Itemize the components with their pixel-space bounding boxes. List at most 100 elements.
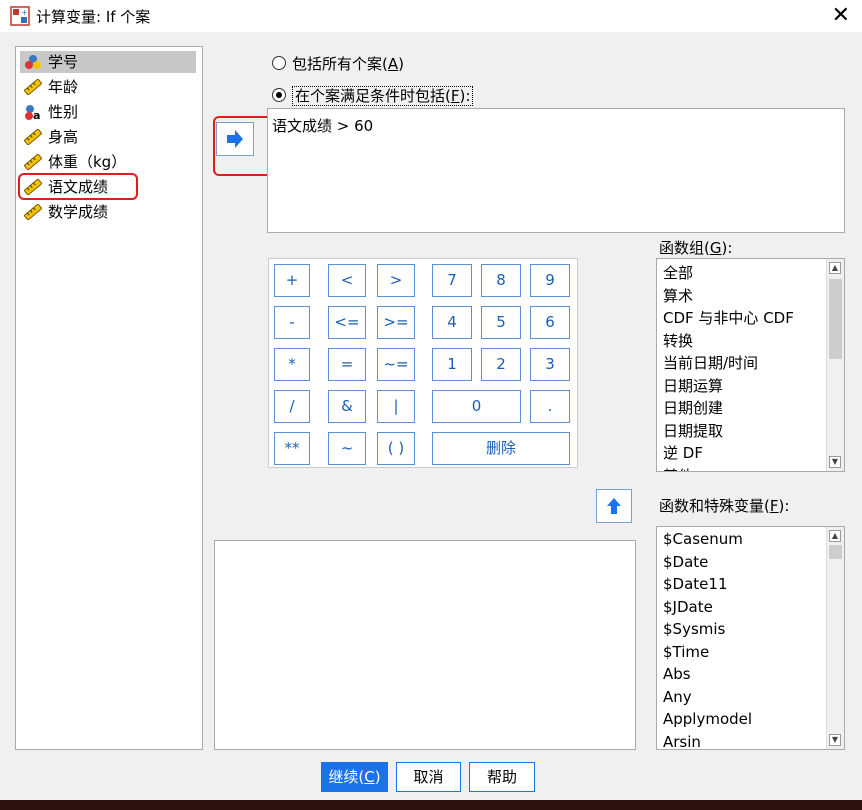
variable-list[interactable]: 学号 年龄 a 性别 身高 体重（kg） 语文成绩 数学成绩 — [15, 46, 203, 750]
list-item[interactable]: Abs — [663, 665, 691, 683]
list-item[interactable]: 日期提取 — [663, 420, 723, 441]
scroll-up-icon[interactable]: ▲ — [829, 262, 841, 274]
keypad-key[interactable]: / — [274, 390, 310, 423]
scroll-thumb[interactable] — [829, 545, 842, 559]
scroll-up-icon[interactable]: ▲ — [829, 530, 841, 542]
list-item[interactable]: $Date — [663, 553, 708, 571]
list-item[interactable]: 当前日期/时间 — [663, 352, 758, 373]
scroll-down-icon[interactable]: ▼ — [829, 456, 841, 468]
list-item[interactable]: $Casenum — [663, 530, 743, 548]
arrow-up-icon — [607, 498, 621, 514]
label-text: 函数组( — [659, 239, 710, 257]
keypad-key[interactable]: <= — [328, 306, 366, 339]
keypad-key[interactable]: 1 — [432, 348, 472, 381]
background-strip — [0, 800, 862, 810]
function-group-list[interactable]: ▲ ▼ 全部 算术 CDF 与非中心 CDF 转换 当前日期/时间 日期运算 日期创建 日期提… — [656, 258, 845, 472]
list-item[interactable]: 日期运算 — [663, 375, 723, 396]
string-nominal-icon: a — [25, 105, 40, 120]
keypad-key[interactable]: < — [328, 264, 366, 297]
function-group-label: 函数组(G): — [659, 237, 732, 258]
label-accelerator: F — [769, 497, 779, 515]
scrollbar[interactable]: ▲ ▼ — [826, 259, 844, 471]
list-item[interactable]: 算术 — [663, 285, 693, 306]
scrollbar[interactable]: ▲ ▼ — [826, 527, 844, 749]
keypad-key[interactable]: ( ) — [377, 432, 415, 465]
keypad-key[interactable]: * — [274, 348, 310, 381]
keypad-key[interactable]: 9 — [530, 264, 570, 297]
keypad-key[interactable]: - — [274, 306, 310, 339]
option-label: 包括所有个案( — [292, 55, 388, 73]
scale-ruler-icon — [24, 79, 42, 95]
keypad-key[interactable]: ** — [274, 432, 310, 465]
variable-label: 学号 — [48, 53, 79, 71]
keypad-key[interactable]: >= — [377, 306, 415, 339]
keypad-key[interactable]: 6 — [530, 306, 570, 339]
scroll-thumb[interactable] — [829, 279, 842, 359]
cancel-button[interactable]: 取消 — [396, 762, 461, 792]
list-item[interactable]: 转换 — [663, 330, 693, 351]
scale-ruler-icon — [24, 129, 42, 145]
keypad-key[interactable]: 3 — [530, 348, 570, 381]
keypad-key[interactable]: > — [377, 264, 415, 297]
list-item[interactable]: Applymodel — [663, 710, 752, 728]
keypad-key[interactable]: 2 — [481, 348, 521, 381]
keypad-key[interactable]: ~= — [377, 348, 415, 381]
include-all-cases-option[interactable]: 包括所有个案(A) — [272, 53, 404, 74]
continue-button[interactable]: 继续(C) — [321, 762, 388, 792]
variable-label: 性别 — [48, 103, 79, 121]
variable-label: 身高 — [48, 128, 79, 146]
variable-item[interactable]: 数学成绩 — [20, 201, 196, 223]
keypad-key[interactable]: 7 — [432, 264, 472, 297]
variable-item[interactable]: 学号 — [20, 51, 196, 73]
keypad-key[interactable]: ~ — [328, 432, 366, 465]
insert-function-button[interactable] — [596, 489, 632, 523]
list-item[interactable]: $Sysmis — [663, 620, 725, 638]
list-item[interactable]: $JDate — [663, 598, 713, 616]
option-label-end: ) — [398, 55, 404, 73]
list-item[interactable]: Arsin — [663, 733, 701, 750]
keypad-key[interactable]: 4 — [432, 306, 472, 339]
option-label-end: ): — [459, 87, 471, 105]
list-item[interactable]: CDF 与非中心 CDF — [663, 307, 794, 328]
keypad-key[interactable]: = — [328, 348, 366, 381]
keypad-key[interactable]: | — [377, 390, 415, 423]
keypad-key[interactable]: 删除 — [432, 432, 570, 465]
list-item[interactable]: $Time — [663, 643, 709, 661]
list-item[interactable]: 全部 — [663, 262, 693, 283]
radio-button[interactable] — [272, 56, 286, 70]
close-icon[interactable]: ✕ — [832, 3, 850, 28]
radio-button-selected[interactable] — [272, 88, 286, 102]
highlight-box — [213, 116, 274, 176]
variable-label: 年龄 — [48, 78, 79, 96]
svg-text:a: a — [33, 109, 40, 120]
keypad-key[interactable]: & — [328, 390, 366, 423]
condition-expression-box[interactable]: 语文成绩 > 60 — [267, 108, 845, 233]
button-accelerator: C — [364, 768, 375, 786]
include-if-condition-option[interactable]: 在个案满足条件时包括(F): — [272, 85, 474, 106]
keypad-key[interactable]: + — [274, 264, 310, 297]
list-item[interactable]: 逆 DF — [663, 442, 703, 463]
list-item[interactable]: 日期创建 — [663, 397, 723, 418]
list-item[interactable]: $Date11 — [663, 575, 727, 593]
functions-list[interactable]: ▲ ▼ $Casenum $Date $Date11 $JDate $Sysmis $Ti… — [656, 526, 845, 750]
keypad-key[interactable]: . — [530, 390, 570, 423]
option-accelerator: F — [450, 87, 460, 105]
help-button[interactable]: 帮助 — [469, 762, 535, 792]
variable-item[interactable]: 体重（kg） — [20, 151, 196, 173]
variable-item[interactable]: 年龄 — [20, 76, 196, 98]
variable-item[interactable]: a 性别 — [20, 101, 196, 123]
label-text: 函数和特殊变量( — [659, 497, 770, 515]
keypad-key[interactable]: 8 — [481, 264, 521, 297]
expression-preview-box[interactable] — [214, 540, 636, 750]
variable-item[interactable]: 身高 — [20, 126, 196, 148]
highlight-box — [18, 173, 138, 200]
variable-label: 体重（kg） — [48, 153, 127, 171]
keypad-key[interactable]: 0 — [432, 390, 521, 423]
label-accelerator: G — [709, 239, 722, 257]
list-item[interactable]: Any — [663, 688, 692, 706]
label-end: ): — [778, 497, 790, 515]
label-end: ): — [721, 239, 733, 257]
scroll-down-icon[interactable]: ▼ — [829, 734, 841, 746]
list-item[interactable]: 其他 — [663, 465, 693, 472]
keypad-key[interactable]: 5 — [481, 306, 521, 339]
